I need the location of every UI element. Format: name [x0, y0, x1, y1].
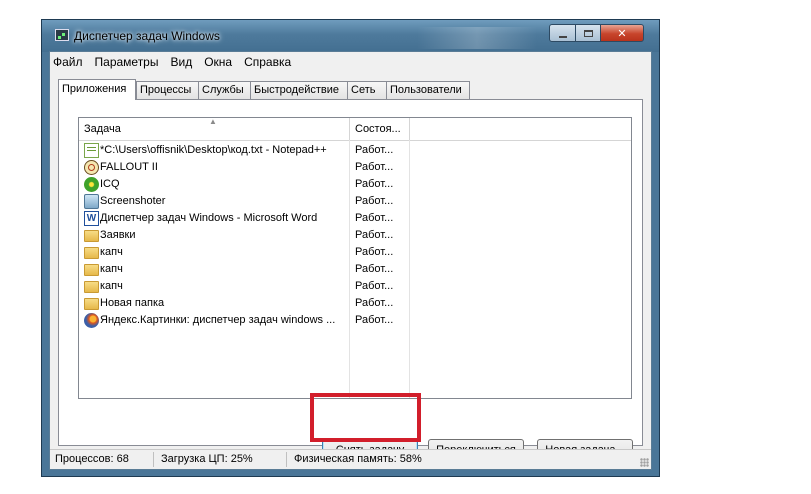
tab-applications[interactable]: Приложения	[58, 79, 136, 100]
status-cpu: Загрузка ЦП: 25%	[161, 453, 253, 465]
task-status: Работ...	[355, 297, 394, 309]
task-name: капч	[100, 263, 123, 275]
title-bar-glare	[417, 27, 537, 49]
list-item[interactable]: W Диспетчер задач Windows - Microsoft Wo…	[79, 210, 631, 227]
folder-icon	[84, 247, 99, 259]
menu-bar: Файл Параметры Вид Окна Справка	[50, 52, 651, 72]
menu-file[interactable]: Файл	[50, 52, 89, 72]
menu-options[interactable]: Параметры	[89, 52, 165, 72]
tab-performance[interactable]: Быстродействие	[250, 81, 348, 99]
list-item[interactable]: Screenshoter Работ...	[79, 193, 631, 210]
status-divider	[153, 452, 154, 467]
list-item[interactable]: *C:\Users\offisnik\Desktop\код.txt - Not…	[79, 142, 631, 159]
column-divider[interactable]	[409, 118, 410, 140]
task-name: ICQ	[100, 178, 120, 190]
list-item[interactable]: капч Работ...	[79, 244, 631, 261]
notepad-icon	[84, 143, 99, 158]
folder-icon	[84, 264, 99, 276]
task-rows: *C:\Users\offisnik\Desktop\код.txt - Not…	[79, 142, 631, 329]
menu-view[interactable]: Вид	[164, 52, 198, 72]
status-bar: Процессов: 68 Загрузка ЦП: 25% Физическа…	[50, 449, 651, 469]
end-task-highlight-box	[310, 393, 421, 442]
list-item[interactable]: Яндекс.Картинки: диспетчер задач windows…	[79, 312, 631, 329]
list-header: ▲ Задача Состоя...	[79, 117, 631, 141]
list-item[interactable]: Новая папка Работ...	[79, 295, 631, 312]
list-item[interactable]: ICQ Работ...	[79, 176, 631, 193]
tab-network[interactable]: Сеть	[347, 81, 387, 99]
list-item[interactable]: капч Работ...	[79, 261, 631, 278]
task-status: Работ...	[355, 195, 394, 207]
task-name: Screenshoter	[100, 195, 166, 207]
column-header-status[interactable]: Состоя...	[355, 123, 401, 135]
task-name: Яндекс.Картинки: диспетчер задач windows…	[100, 314, 336, 326]
minimize-icon	[558, 35, 567, 38]
maximize-icon	[583, 29, 593, 37]
task-name: капч	[100, 246, 123, 258]
task-name: FALLOUT II	[100, 161, 158, 173]
resize-grip[interactable]	[640, 458, 649, 467]
close-button[interactable]: ✕	[600, 24, 644, 42]
firefox-icon	[84, 313, 99, 328]
status-processes: Процессов: 68	[55, 453, 129, 465]
task-status: Работ...	[355, 314, 394, 326]
window-title: Диспетчер задач Windows	[74, 29, 220, 43]
task-manager-icon	[55, 29, 69, 41]
folder-icon	[84, 281, 99, 293]
column-header-task[interactable]: Задача	[84, 123, 121, 135]
column-divider[interactable]	[349, 118, 350, 140]
status-memory: Физическая память: 58%	[294, 453, 422, 465]
screenshoter-icon	[84, 194, 99, 209]
menu-windows[interactable]: Окна	[198, 52, 238, 72]
tab-users[interactable]: Пользователи	[386, 81, 470, 99]
list-item[interactable]: FALLOUT II Работ...	[79, 159, 631, 176]
task-status: Работ...	[355, 246, 394, 258]
task-name: *C:\Users\offisnik\Desktop\код.txt - Not…	[100, 144, 327, 156]
tab-processes[interactable]: Процессы	[136, 81, 199, 99]
status-divider	[286, 452, 287, 467]
icq-icon	[84, 177, 99, 192]
tab-services[interactable]: Службы	[198, 81, 251, 99]
task-name: Диспетчер задач Windows - Microsoft Word	[100, 212, 318, 224]
folder-icon	[84, 298, 99, 310]
task-name: Заявки	[100, 229, 136, 241]
word-icon: W	[84, 211, 99, 226]
task-list[interactable]: ▲ Задача Состоя... *C:\Users\offisnik\De…	[78, 117, 632, 399]
fallout-icon	[84, 160, 99, 175]
menu-help[interactable]: Справка	[238, 52, 297, 72]
minimize-button[interactable]	[549, 24, 576, 42]
sort-ascending-icon: ▲	[209, 117, 217, 126]
close-icon: ✕	[617, 27, 627, 40]
list-item[interactable]: капч Работ...	[79, 278, 631, 295]
task-status: Работ...	[355, 144, 394, 156]
task-name: Новая папка	[100, 297, 165, 309]
task-status: Работ...	[355, 280, 394, 292]
maximize-button[interactable]	[575, 24, 601, 42]
folder-icon	[84, 230, 99, 242]
task-status: Работ...	[355, 229, 394, 241]
title-bar[interactable]: Диспетчер задач Windows ✕	[42, 20, 659, 52]
task-status: Работ...	[355, 263, 394, 275]
list-item[interactable]: Заявки Работ...	[79, 227, 631, 244]
task-status: Работ...	[355, 161, 394, 173]
task-status: Работ...	[355, 178, 394, 190]
task-name: капч	[100, 280, 123, 292]
task-status: Работ...	[355, 212, 394, 224]
